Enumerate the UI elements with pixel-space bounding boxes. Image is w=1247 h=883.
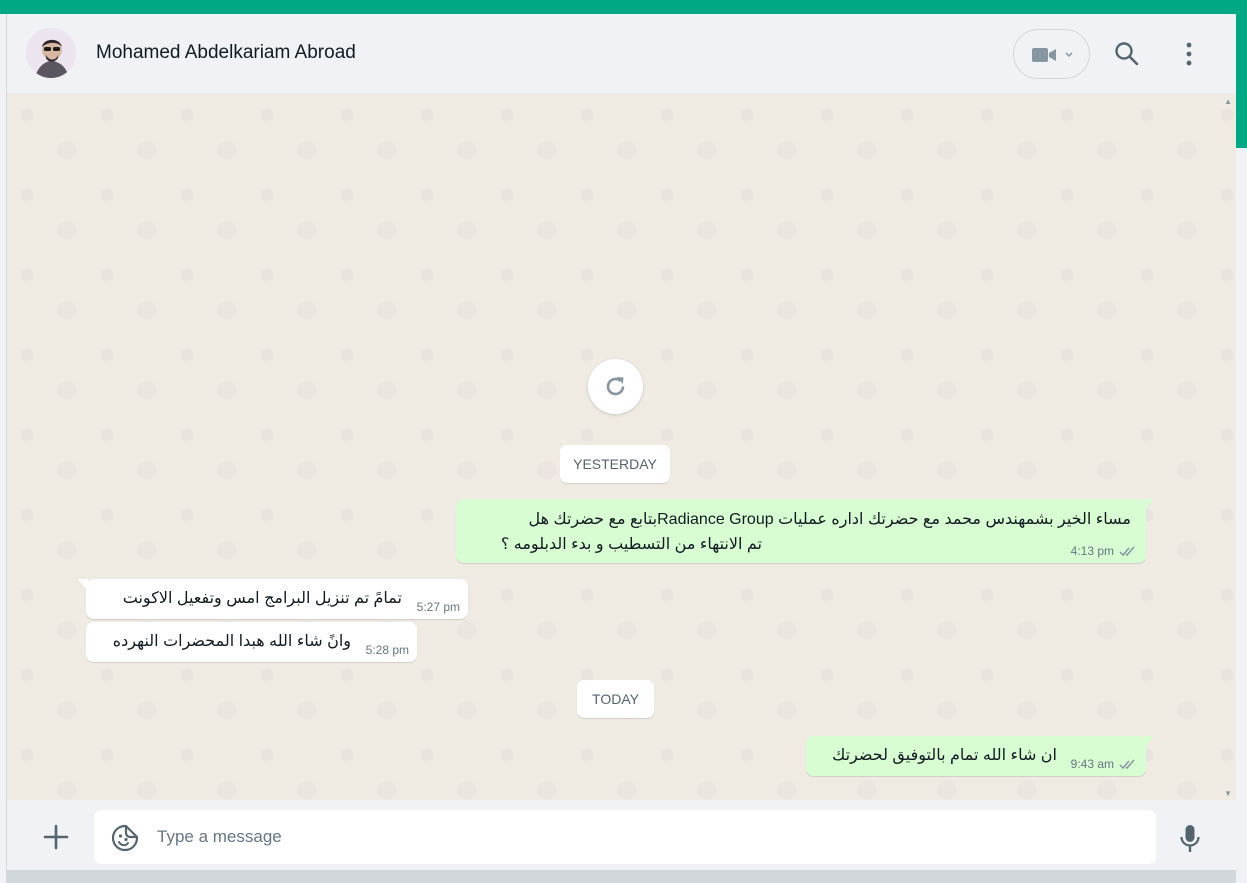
message-text: ان شاء الله تمام بالتوفيق لحضرتك — [832, 747, 1057, 764]
message-input-box[interactable] — [94, 810, 1156, 864]
compose-bar — [7, 800, 1236, 870]
date-divider-yesterday: YESTERDAY — [560, 445, 670, 483]
message-time: 4:13 pm — [1070, 544, 1114, 558]
bottom-edge — [7, 870, 1236, 883]
message-time: 5:28 pm — [365, 643, 409, 657]
search-icon — [1115, 42, 1139, 66]
attach-button[interactable] — [43, 824, 69, 850]
window-top-bar — [0, 0, 1247, 14]
message-time: 5:27 pm — [416, 600, 460, 614]
chat-window: Mohamed Abdelkariam Abroad ▲ YESTERDAY م… — [7, 14, 1236, 883]
incoming-message[interactable]: وانً شاء الله هبدا المحضرات النهرده 5:28… — [86, 622, 417, 662]
message-text: وانً شاء الله هبدا المحضرات النهرده — [112, 633, 351, 650]
chevron-down-icon — [1065, 52, 1073, 58]
left-edge — [0, 14, 7, 883]
outgoing-message[interactable]: مساء الخير بشمهندس محمد مع حضرتك اداره ع… — [456, 499, 1154, 563]
refresh-icon — [606, 377, 625, 396]
read-receipt-icon — [1119, 759, 1135, 770]
read-receipt-icon — [1119, 546, 1135, 557]
video-call-button[interactable] — [1013, 29, 1090, 79]
right-edge — [1236, 14, 1247, 883]
incoming-message[interactable]: تمامً تم تنزيل البرامج امس وتفعيل الاكون… — [78, 579, 468, 619]
message-time: 9:43 am — [1070, 757, 1114, 771]
contact-name[interactable]: Mohamed Abdelkariam Abroad — [96, 42, 356, 64]
menu-icon — [1186, 42, 1192, 66]
bubble-tail — [1144, 736, 1154, 748]
microphone-icon — [1180, 825, 1200, 852]
plus-icon — [43, 824, 69, 850]
bubble-tail — [1144, 499, 1154, 511]
outgoing-message[interactable]: ان شاء الله تمام بالتوفيق لحضرتك 9:43 am — [806, 736, 1154, 776]
right-edge-accent — [1236, 14, 1247, 148]
message-text: تمامً تم تنزيل البرامج امس وتفعيل الاكون… — [122, 590, 402, 607]
chat-header[interactable]: Mohamed Abdelkariam Abroad — [7, 14, 1236, 94]
message-text: تم الانتهاء من التسطيب و بدء الدبلومه ؟ — [500, 536, 762, 553]
bubble-tail — [78, 579, 88, 591]
sticker-button[interactable] — [111, 824, 139, 852]
reload-button[interactable] — [588, 359, 643, 414]
message-list[interactable]: ▲ YESTERDAY مساء الخير بشمهندس محمد مع ح… — [7, 95, 1236, 800]
menu-button[interactable] — [1179, 41, 1199, 67]
sticker-icon — [111, 824, 139, 852]
scroll-up-arrow[interactable]: ▲ — [1224, 97, 1232, 106]
voice-message-button[interactable] — [1179, 824, 1201, 854]
search-button[interactable] — [1114, 41, 1140, 67]
message-text: مساء الخير بشمهندس محمد مع حضرتك اداره ع… — [528, 511, 1131, 528]
message-input[interactable] — [157, 820, 1137, 854]
scroll-down-arrow[interactable]: ▼ — [1224, 789, 1232, 798]
contact-avatar[interactable] — [26, 28, 76, 78]
video-call-icon — [1032, 48, 1056, 62]
date-divider-today: TODAY — [577, 680, 654, 718]
